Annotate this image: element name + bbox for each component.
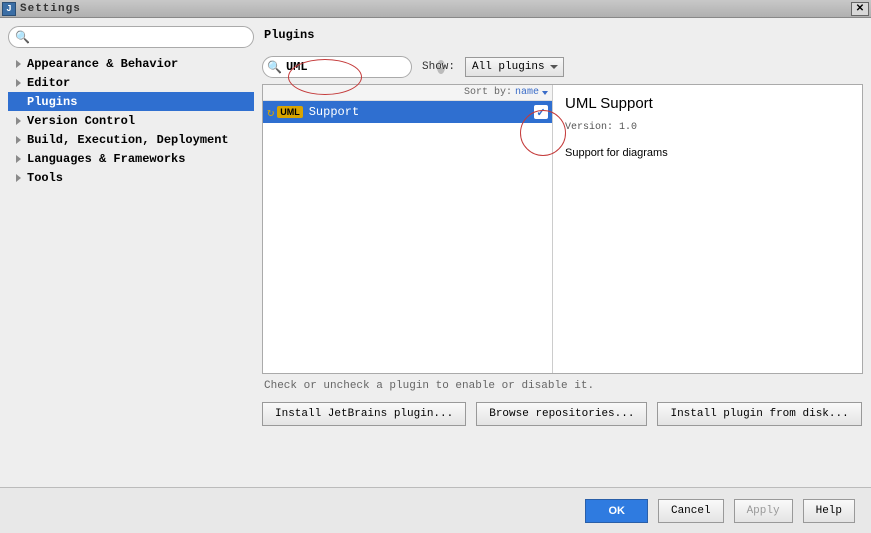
page-title: Plugins xyxy=(264,28,863,42)
tree-item-label: Version Control xyxy=(27,114,135,128)
tree-item-label: Editor xyxy=(27,76,70,90)
install-from-disk-button[interactable]: Install plugin from disk... xyxy=(657,402,861,426)
plugin-detail: UML Support Version: 1.0 Support for dia… xyxy=(553,85,862,373)
tree-item-build[interactable]: Build, Execution, Deployment xyxy=(8,130,254,149)
show-label: Show: xyxy=(422,61,455,73)
plugin-search-input[interactable] xyxy=(286,60,437,74)
hint-text: Check or uncheck a plugin to enable or d… xyxy=(264,380,863,392)
install-jetbrains-button[interactable]: Install JetBrains plugin... xyxy=(262,402,466,426)
tree-item-label: Plugins xyxy=(27,95,77,109)
expand-icon xyxy=(16,117,21,125)
expand-icon xyxy=(16,155,21,163)
tree-item-editor[interactable]: Editor xyxy=(8,73,254,92)
tree-item-label: Build, Execution, Deployment xyxy=(27,133,229,147)
show-filter-dropdown[interactable]: All plugins xyxy=(465,57,564,77)
tree-item-tools[interactable]: Tools xyxy=(8,168,254,187)
detail-version: Version: 1.0 xyxy=(565,122,850,133)
tree-item-label: Tools xyxy=(27,171,63,185)
settings-tree: Appearance & Behavior Editor Plugins Ver… xyxy=(8,54,254,187)
apply-button[interactable]: Apply xyxy=(734,499,793,523)
expand-icon xyxy=(16,174,21,182)
tree-item-label: Languages & Frameworks xyxy=(27,152,185,166)
show-filter-value: All plugins xyxy=(472,61,545,73)
search-icon: 🔍 xyxy=(15,30,30,45)
tree-item-version-control[interactable]: Version Control xyxy=(8,111,254,130)
tree-item-plugins[interactable]: Plugins xyxy=(8,92,254,111)
restart-icon: ↻ xyxy=(267,105,274,120)
plugin-list: Sort by: name ↻ UML Support ✓ xyxy=(263,85,553,373)
tree-item-appearance[interactable]: Appearance & Behavior xyxy=(8,54,254,73)
expand-icon xyxy=(16,60,21,68)
sidebar-search[interactable]: 🔍 xyxy=(8,26,254,48)
sort-link[interactable]: name xyxy=(515,87,539,98)
settings-sidebar: 🔍 Appearance & Behavior Editor Plugins V… xyxy=(8,26,254,478)
plugin-name: Support xyxy=(309,105,534,119)
help-button[interactable]: Help xyxy=(803,499,855,523)
expand-icon xyxy=(16,79,21,87)
tree-item-languages[interactable]: Languages & Frameworks xyxy=(8,149,254,168)
close-button[interactable]: ✕ xyxy=(851,2,869,16)
chevron-down-icon xyxy=(542,91,548,95)
detail-title: UML Support xyxy=(565,95,850,112)
detail-description: Support for diagrams xyxy=(565,147,850,159)
expand-icon xyxy=(16,136,21,144)
plugin-search[interactable]: 🔍 ✕ xyxy=(262,56,412,78)
plugin-row[interactable]: ↻ UML Support ✓ xyxy=(263,101,552,123)
sort-row: Sort by: name xyxy=(263,85,552,101)
plugin-badge: UML xyxy=(277,106,303,118)
window-titlebar: J Settings ✕ xyxy=(0,0,871,18)
sidebar-search-input[interactable] xyxy=(34,30,247,44)
app-icon: J xyxy=(2,2,16,16)
plugins-pane: Plugins 🔍 ✕ Show: All plugins Sort by: n… xyxy=(262,26,863,478)
search-icon: 🔍 xyxy=(267,60,282,75)
tree-item-label: Appearance & Behavior xyxy=(27,57,178,71)
browse-repositories-button[interactable]: Browse repositories... xyxy=(476,402,647,426)
dialog-footer: OK Cancel Apply Help xyxy=(0,487,871,533)
sort-prefix: Sort by: xyxy=(464,87,512,98)
cancel-button[interactable]: Cancel xyxy=(658,499,724,523)
window-title: Settings xyxy=(20,3,851,15)
ok-button[interactable]: OK xyxy=(585,499,648,523)
plugin-enable-checkbox[interactable]: ✓ xyxy=(534,105,548,119)
